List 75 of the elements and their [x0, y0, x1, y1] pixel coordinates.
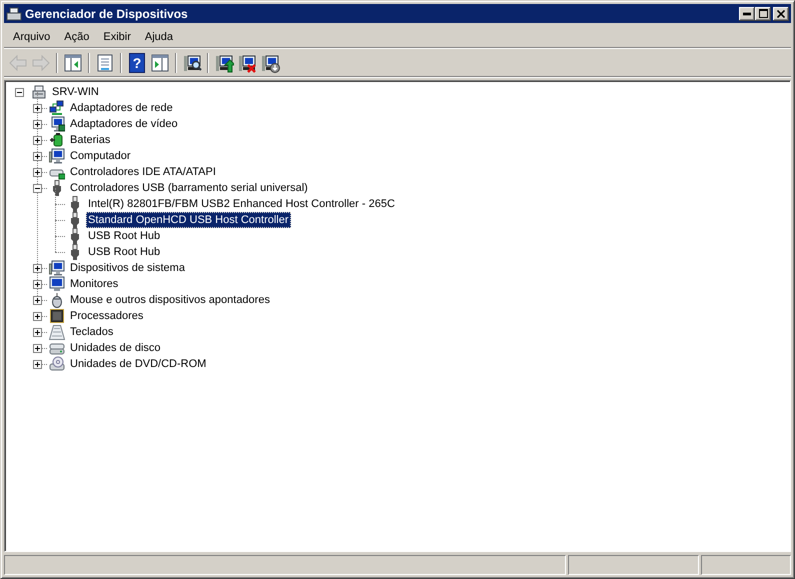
battery-icon	[49, 132, 65, 148]
tree-item[interactable]: Intel(R) 82801FB/FBM USB2 Enhanced Host Controller - 265C	[86, 196, 397, 212]
menu-item[interactable]: Exibir	[96, 29, 138, 45]
expand-toggle[interactable]	[32, 152, 42, 160]
network-icon	[49, 100, 65, 116]
mouse-icon	[49, 292, 65, 308]
plus-icon	[34, 312, 40, 320]
tree-item[interactable]: Mouse e outros dispositivos apontadores	[68, 292, 272, 308]
minimize-button[interactable]	[739, 6, 755, 20]
plus-icon	[34, 280, 40, 288]
properties-icon[interactable]	[95, 53, 115, 73]
server-icon	[31, 84, 47, 100]
tree-item[interactable]: SRV-WIN	[50, 84, 101, 100]
expand-toggle[interactable]	[32, 120, 42, 128]
computer-remove-icon[interactable]	[237, 53, 257, 73]
expand-toggle[interactable]	[32, 360, 42, 368]
tree-item[interactable]: Processadores	[68, 308, 146, 324]
tree-item[interactable]: USB Root Hub	[86, 244, 162, 260]
plus-icon	[34, 296, 40, 304]
monitor-icon	[49, 276, 65, 292]
menu-item[interactable]: Ajuda	[138, 29, 180, 45]
close-button[interactable]	[773, 6, 789, 20]
tree-item[interactable]: Controladores IDE ATA/ATAPI	[68, 164, 218, 180]
computer-update-icon[interactable]	[214, 53, 234, 73]
tree-item[interactable]: USB Root Hub	[86, 228, 162, 244]
menu-item[interactable]: Ação	[57, 29, 96, 45]
tree-item[interactable]: Unidades de DVD/CD-ROM	[68, 356, 208, 372]
tree-item[interactable]: Standard OpenHCD USB Host Controller	[86, 212, 291, 228]
minimize-icon	[743, 10, 751, 18]
computer-search-icon[interactable]	[182, 53, 202, 73]
tree-item[interactable]: Monitores	[68, 276, 120, 292]
expand-toggle[interactable]	[32, 264, 42, 272]
tree-item[interactable]: Unidades de disco	[68, 340, 163, 356]
plus-icon	[34, 104, 40, 112]
maximize-button[interactable]	[755, 6, 771, 20]
plus-icon	[34, 136, 40, 144]
plus-icon	[34, 360, 40, 368]
maximize-icon	[758, 9, 768, 18]
expand-toggle[interactable]	[14, 88, 24, 96]
expand-toggle[interactable]	[32, 136, 42, 144]
tree-pane-icon[interactable]	[63, 53, 83, 73]
tree-item[interactable]: Adaptadores de vídeo	[68, 116, 180, 132]
help-button[interactable]: ?	[129, 53, 145, 73]
close-icon	[777, 10, 785, 18]
plus-icon	[34, 120, 40, 128]
tree-item[interactable]: Baterias	[68, 132, 112, 148]
tree-item[interactable]: Adaptadores de rede	[68, 100, 175, 116]
expand-toggle[interactable]	[32, 328, 42, 336]
tree-item[interactable]: Dispositivos de sistema	[68, 260, 187, 276]
action-pane-icon[interactable]	[150, 53, 170, 73]
app-icon	[6, 6, 22, 22]
computer-icon	[49, 260, 65, 276]
plus-icon	[34, 328, 40, 336]
expand-toggle[interactable]	[32, 280, 42, 288]
computer-disable-icon[interactable]	[260, 53, 280, 73]
computer-icon	[49, 148, 65, 164]
plus-icon	[34, 152, 40, 160]
plus-icon	[34, 168, 40, 176]
window-title: Gerenciador de Dispositivos	[25, 6, 189, 20]
expand-toggle[interactable]	[32, 312, 42, 320]
menu-item[interactable]: Arquivo	[6, 29, 58, 45]
tree-item[interactable]: Teclados	[68, 324, 116, 340]
expand-toggle[interactable]	[32, 104, 42, 112]
chip-icon	[49, 308, 65, 324]
monitor-card-icon	[49, 116, 65, 132]
expand-toggle[interactable]	[32, 344, 42, 352]
plus-icon	[34, 264, 40, 272]
tree-item[interactable]: Computador	[68, 148, 133, 164]
tree-item[interactable]: Controladores USB (barramento serial universal)	[68, 180, 310, 196]
plus-icon	[34, 344, 40, 352]
expand-toggle[interactable]	[32, 296, 42, 304]
optical-drive-icon	[49, 356, 65, 372]
expand-toggle[interactable]	[32, 168, 42, 176]
keyboard-icon	[49, 324, 65, 340]
expand-toggle[interactable]	[32, 184, 42, 192]
